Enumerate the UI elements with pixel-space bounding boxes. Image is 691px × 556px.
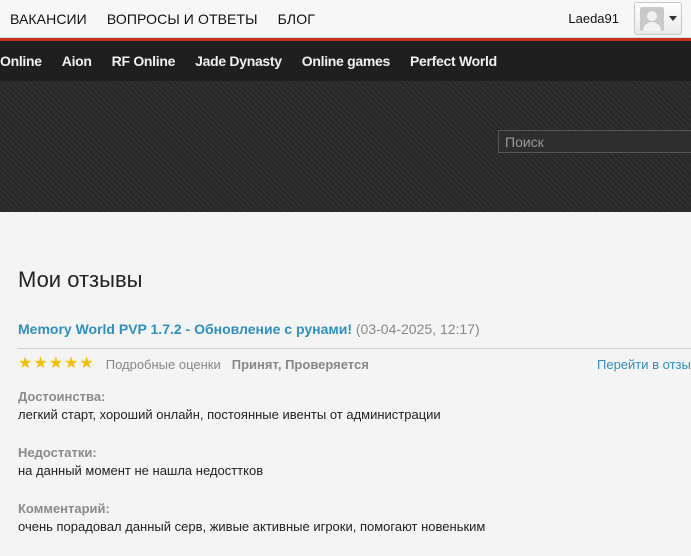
cons-text: на данный момент не нашла недосттков [18,463,264,478]
comment-text: очень порадовал данный серв, живые актив… [18,519,486,534]
nav-link-vacancies[interactable]: ВАКАНСИИ [10,11,87,27]
cons-label: Недостатки: [18,445,97,460]
game-nav-aion[interactable]: Aion [62,53,92,69]
nav-link-qa[interactable]: ВОПРОСЫ И ОТВЕТЫ [107,11,258,27]
username[interactable]: Laeda91 [568,11,619,26]
review-status: Принят, Проверяется [231,356,369,372]
review-server-link[interactable]: Memory World PVP 1.7.2 - Обновление с ру… [18,321,352,337]
game-nav-online-games[interactable]: Online games [302,53,391,69]
caret-down-icon [669,16,677,21]
game-nav: Online Aion RF Online Jade Dynasty Onlin… [0,41,691,81]
star-icon: ★ [18,355,33,372]
search-input[interactable] [498,130,691,153]
pros-label: Достоинства: [18,389,106,404]
goto-review-link[interactable]: Перейти в отзы [597,357,691,372]
star-icon: ★ [48,355,64,372]
nav-link-blog[interactable]: БЛОГ [278,11,315,27]
game-nav-online[interactable]: Online [0,53,42,69]
detailed-ratings-link[interactable]: Подробные оценки [106,357,221,372]
top-nav: ВАКАНСИИ ВОПРОСЫ И ОТВЕТЫ БЛОГ [10,0,315,38]
star-icon: ★ [79,355,94,372]
review-header: Memory World PVP 1.7.2 - Обновление с ру… [18,321,480,337]
pros-section: Достоинства: легкий старт, хороший онлай… [18,389,441,422]
comment-label: Комментарий: [18,501,110,516]
top-bar: ВАКАНСИИ ВОПРОСЫ И ОТВЕТЫ БЛОГ Laeda91 [0,0,691,38]
review-meta: ★ ★ ★ ★ ★ Подробные оценки Принят, Прове… [18,355,691,373]
rating-stars: ★ ★ ★ ★ ★ [18,356,94,372]
comment-section: Комментарий: очень порадовал данный серв… [18,501,485,534]
avatar-icon [640,7,664,31]
game-nav-rf-online[interactable]: RF Online [112,53,176,69]
pros-text: легкий старт, хороший онлайн, постоянные… [18,407,441,422]
star-icon: ★ [64,355,79,372]
user-menu-button[interactable] [634,2,682,35]
divider [18,348,691,349]
game-nav-perfect-world[interactable]: Perfect World [410,53,497,69]
page-title: Мои отзывы [18,267,143,292]
cons-section: Недостатки: на данный момент не нашла не… [18,445,263,478]
game-nav-jade-dynasty[interactable]: Jade Dynasty [195,53,282,69]
star-icon: ★ [33,355,48,372]
review-date: (03-04-2025, 12:17) [355,321,480,337]
